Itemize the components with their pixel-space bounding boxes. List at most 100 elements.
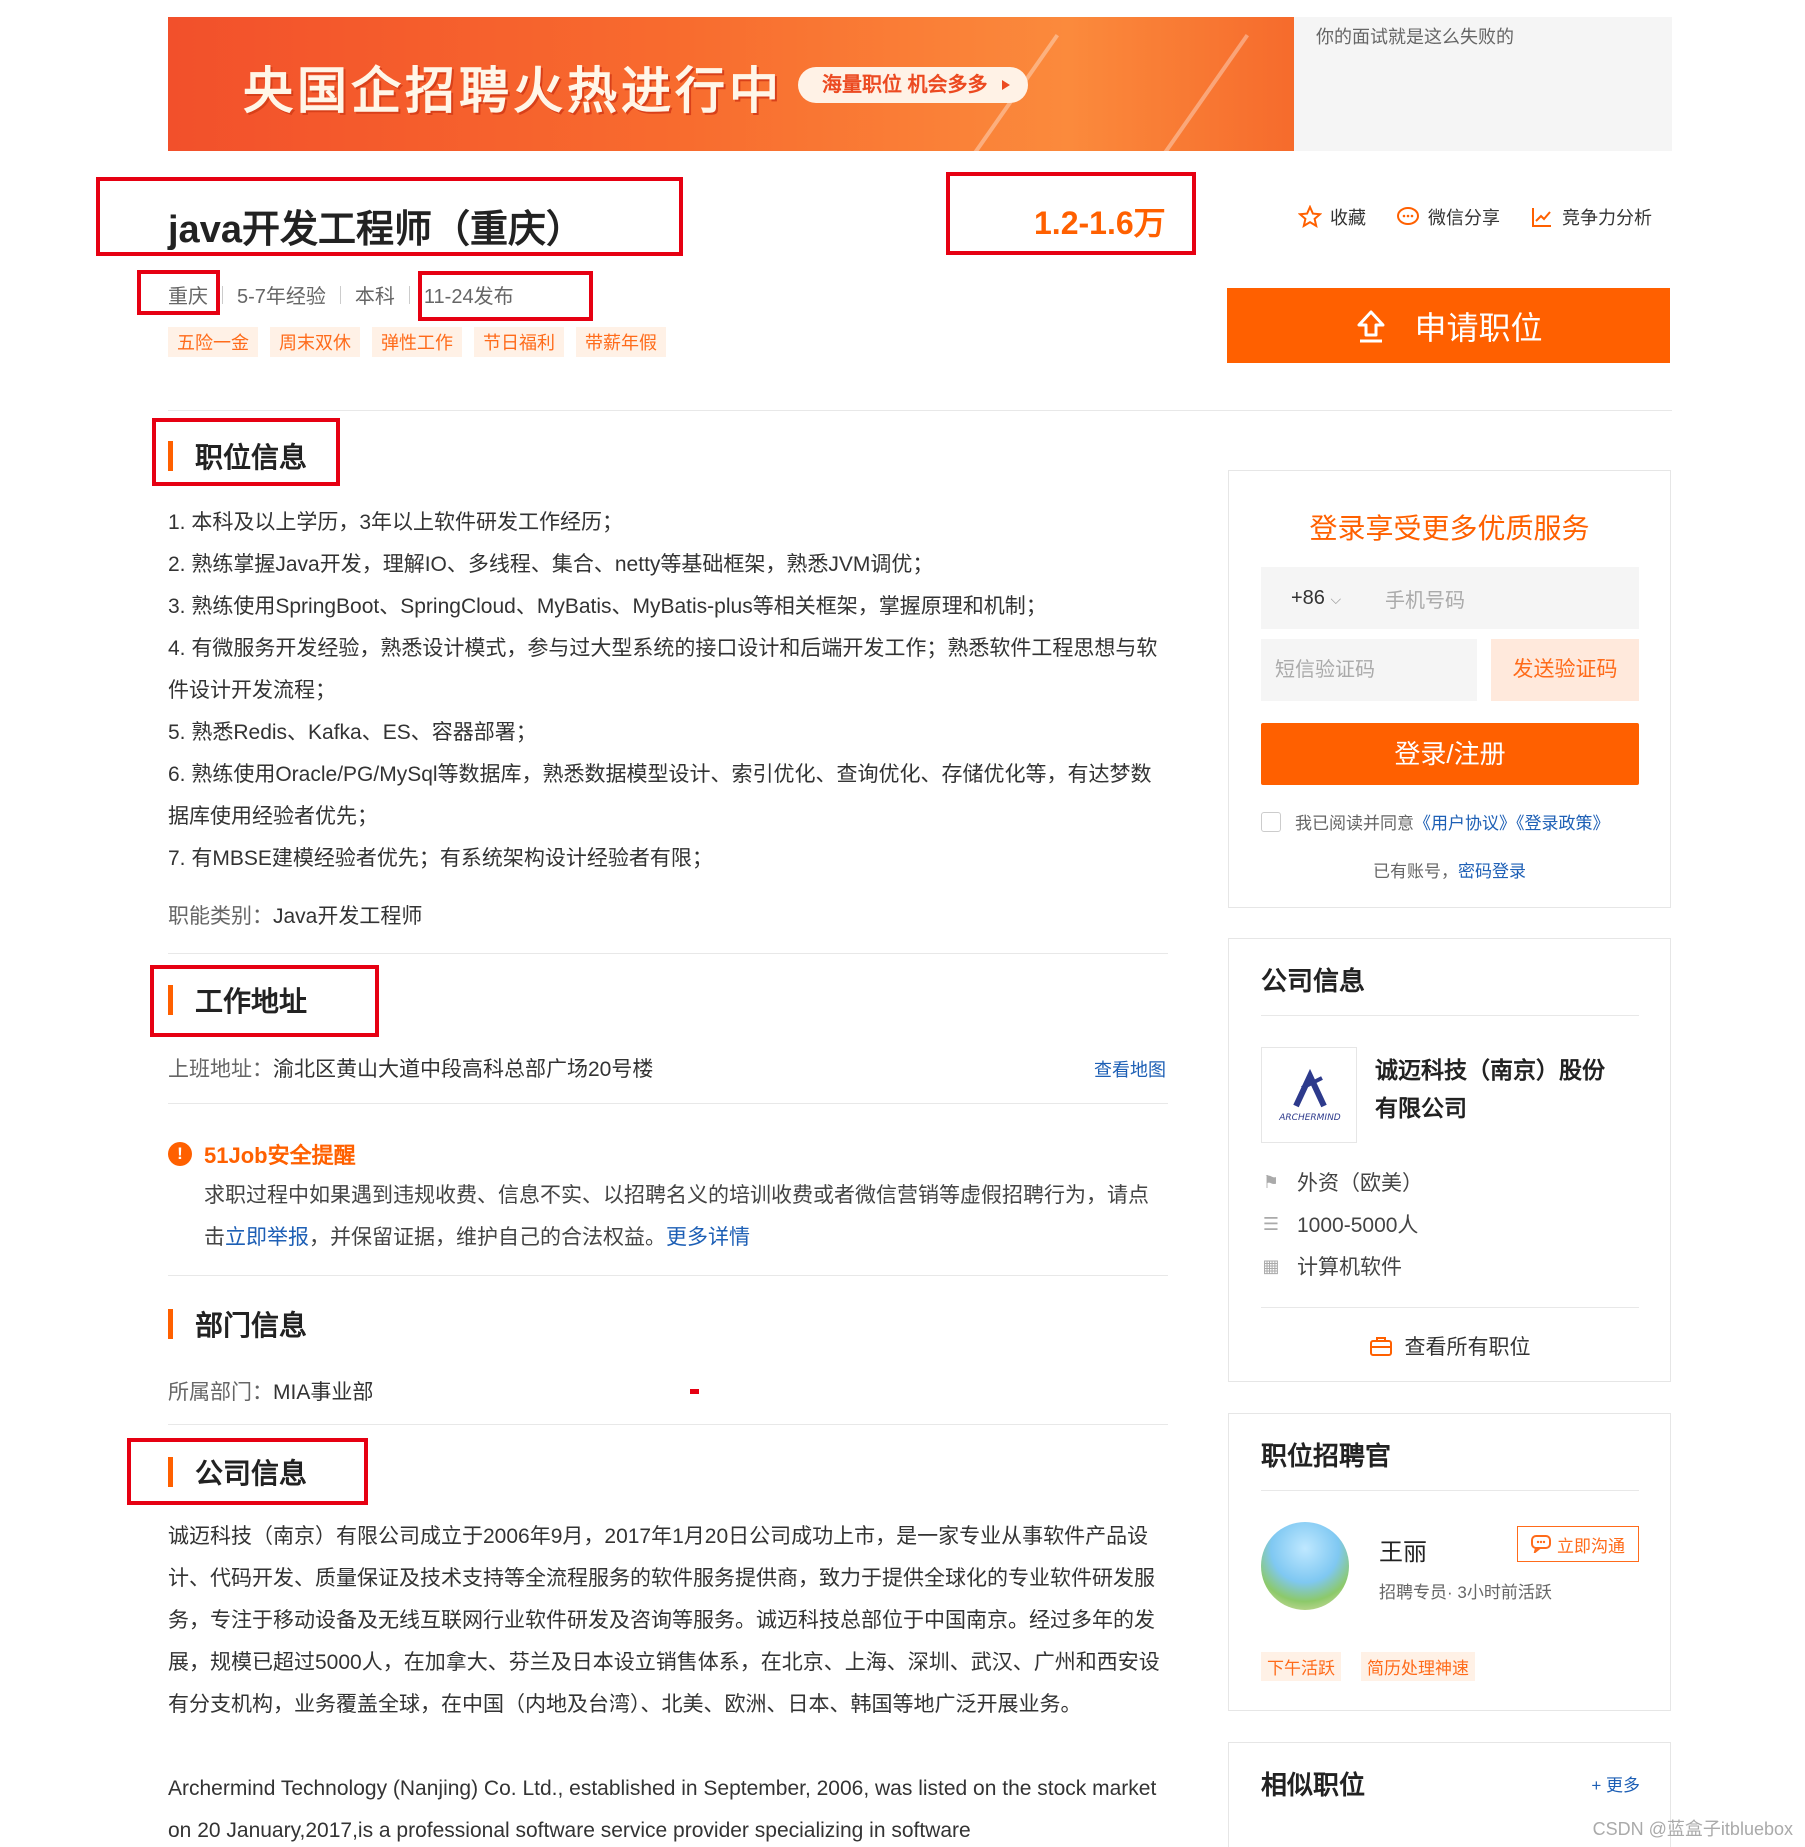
trend-chart-icon (1532, 208, 1551, 227)
divider (168, 410, 1672, 411)
job-tag: 带薪年假 (576, 327, 666, 357)
safety-title: 51Job安全提醒 (204, 1143, 356, 1168)
job-tag: 节日福利 (474, 327, 564, 357)
divider (1261, 1307, 1639, 1308)
annotation-box (152, 418, 340, 486)
login-card: 登录享受更多优质服务 +86 ⌵ 手机号码 短信验证码 发送验证码 登录/注册 … (1228, 470, 1671, 908)
company-intro-en: Archermind Technology (Nanjing) Co. Ltd.… (168, 1777, 1157, 1842)
view-all-jobs-button[interactable]: 查看所有职位 (1229, 1331, 1670, 1361)
logo-text: ARCHERMIND (1278, 1113, 1341, 1123)
annotation-box (96, 177, 683, 256)
chat-bubble-icon (1531, 1535, 1551, 1553)
sms-code-input[interactable]: 短信验证码 (1261, 639, 1477, 701)
phone-field[interactable]: +86 ⌵ 手机号码 (1261, 567, 1639, 629)
recruiter-tag: 简历处理神速 (1361, 1652, 1475, 1681)
annotation-box (150, 965, 379, 1037)
annotation-box (137, 270, 220, 315)
user-agreement-link[interactable]: 《用户协议》 (1414, 814, 1516, 833)
competitiveness-label: 竞争力分析 (1562, 208, 1652, 228)
page: 央国企招聘火热进行中 海量职位 机会多多 你的面试就是这么失败的 java开发工… (0, 0, 1805, 1847)
briefcase-icon (1369, 1337, 1392, 1356)
similar-jobs-title: 相似职位 (1261, 1770, 1366, 1800)
section-bar (168, 1309, 173, 1339)
chevron-down-icon: ⌵ (1330, 590, 1342, 607)
description-line: 7. 有MBSE建模经验者优先；有系统架构设计经验者有限； (168, 847, 713, 870)
company-name[interactable]: 诚迈科技（南京）股份有限公司 (1375, 1051, 1605, 1127)
job-education: 本科 (354, 286, 395, 308)
job-tag: 弹性工作 (372, 327, 462, 357)
view-all-jobs-label: 查看所有职位 (1404, 1336, 1531, 1359)
password-login-link[interactable]: 密码登录 (1458, 862, 1526, 881)
company-type: ⚑ 外资（欧美） (1261, 1167, 1423, 1197)
view-map-link[interactable]: 查看地图 (1094, 1056, 1166, 1082)
description-line: 3. 熟练使用SpringBoot、SpringCloud、MyBatis、My… (168, 595, 1047, 618)
work-address: 上班地址：渝北区黄山大道中段高科总部广场20号楼 (168, 1053, 653, 1083)
report-link[interactable]: 立即举报 (225, 1226, 309, 1249)
banner-ad[interactable]: 央国企招聘火热进行中 海量职位 机会多多 (168, 17, 1294, 151)
department-label: 所属部门： (168, 1381, 273, 1404)
description-line: 4. 有微服务开发经验，熟悉设计模式，参与过大型系统的接口设计和后端开发工作；熟… (168, 637, 1158, 702)
banner-title: 央国企招聘火热进行中 (243, 63, 783, 119)
company-type-value: 外资（欧美） (1297, 1172, 1423, 1195)
job-actions: 收藏 微信分享 竞争力分析 (1298, 204, 1652, 230)
agree-checkbox[interactable] (1261, 811, 1281, 832)
banner-decoration (1131, 33, 1249, 151)
divider (1261, 1490, 1639, 1491)
agreement-text: 我已阅读并同意《用户协议》《登录政策》 (1295, 809, 1610, 834)
job-category-label: 职能类别： (168, 905, 273, 928)
recruiter-card-title: 职位招聘官 (1261, 1441, 1392, 1471)
login-button[interactable]: 登录/注册 (1261, 723, 1639, 785)
phone-input[interactable]: 手机号码 (1385, 584, 1465, 613)
company-industry-value: 计算机软件 (1297, 1256, 1402, 1279)
banner-pill[interactable]: 海量职位 机会多多 (798, 67, 1028, 103)
side-ad[interactable]: 你的面试就是这么失败的 (1294, 17, 1672, 151)
have-account-label: 已有账号， (1373, 862, 1458, 881)
privacy-policy-link[interactable]: 《登录政策》 (1516, 814, 1610, 833)
chat-now-button[interactable]: 立即沟通 (1517, 1526, 1639, 1562)
wechat-share-label: 微信分享 (1428, 208, 1500, 228)
job-tag: 五险一金 (168, 327, 258, 357)
department-value: MIA事业部 (273, 1381, 374, 1404)
favorite-label: 收藏 (1330, 208, 1366, 228)
star-icon (1298, 205, 1322, 228)
send-code-button[interactable]: 发送验证码 (1491, 639, 1639, 701)
department-heading: 部门信息 (168, 1304, 307, 1344)
country-code-select[interactable]: +86 ⌵ (1261, 587, 1371, 610)
company-card: 公司信息 ARCHERMIND 诚迈科技（南京）股份有限公司 ⚑ 外资（欧美） ☰… (1228, 938, 1671, 1382)
side-ad-text: 你的面试就是这么失败的 (1316, 27, 1514, 47)
description-line: 2. 熟练掌握Java开发，理解IO、多线程、集合、netty等基础框架，熟悉J… (168, 553, 934, 576)
wechat-share-button[interactable]: 微信分享 (1396, 204, 1500, 230)
watermark: CSDN @蓝盒子itbluebox (1592, 1819, 1793, 1839)
divider (339, 285, 341, 304)
safety-text: 求职过程中如果遇到违规收费、信息不实、以招聘名义的培训收费或者微信营销等虚假招聘… (204, 1175, 1164, 1259)
company-intro-cn: 诚迈科技（南京）有限公司成立于2006年9月，2017年1月20日公司成功上市，… (168, 1525, 1160, 1716)
banner-pill-label: 海量职位 机会多多 (822, 74, 988, 96)
work-address-value: 渝北区黄山大道中段高科总部广场20号楼 (273, 1058, 654, 1081)
safety-reminder-title: ! 51Job安全提醒 (168, 1138, 356, 1170)
favorite-button[interactable]: 收藏 (1298, 204, 1366, 230)
divider (222, 285, 223, 304)
archermind-logo-icon: ARCHERMIND (1278, 1068, 1341, 1123)
divider (168, 1275, 1168, 1276)
annotation-box (418, 271, 593, 321)
agreement-row: 我已阅读并同意《用户协议》《登录政策》 (1261, 809, 1610, 834)
company-size: ☰ 1000-5000人 (1261, 1209, 1419, 1239)
description-line: 1. 本科及以上学历，3年以上软件研发工作经历； (168, 511, 624, 534)
annotation-box (127, 1438, 368, 1505)
company-card-title: 公司信息 (1261, 966, 1366, 996)
apply-button[interactable]: 申请职位 (1227, 288, 1670, 363)
company-industry: ▦ 计算机软件 (1261, 1251, 1402, 1281)
building-icon: ▦ (1262, 1255, 1280, 1276)
divider (168, 1103, 1168, 1104)
have-account: 已有账号，密码登录 (1229, 857, 1670, 882)
more-similar-link[interactable]: + 更多 (1591, 1771, 1640, 1796)
job-tag: 周末双休 (270, 327, 360, 357)
job-experience: 5-7年经验 (237, 286, 326, 308)
chat-now-label: 立即沟通 (1557, 1536, 1625, 1556)
more-details-link[interactable]: 更多详情 (666, 1226, 750, 1249)
annotation-mark (690, 1389, 699, 1394)
company-logo[interactable]: ARCHERMIND (1261, 1047, 1357, 1143)
recruiter-name: 王丽 (1379, 1539, 1427, 1566)
work-address-label: 上班地址： (168, 1058, 273, 1081)
competitiveness-button[interactable]: 竞争力分析 (1530, 204, 1652, 230)
